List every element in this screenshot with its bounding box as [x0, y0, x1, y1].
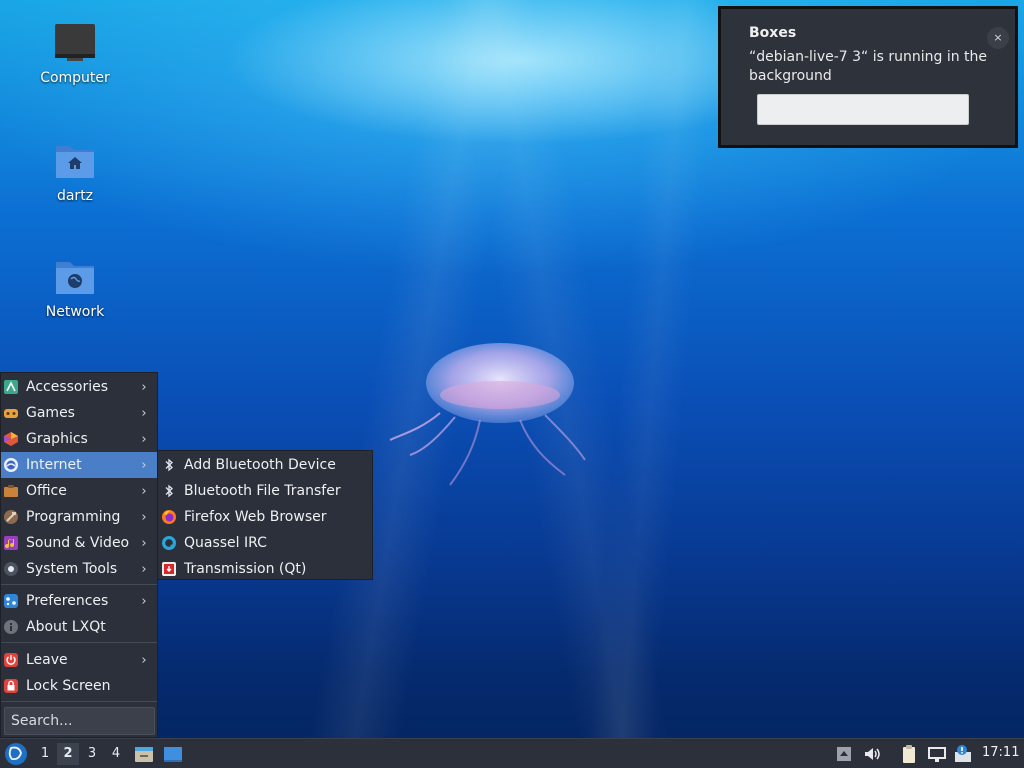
menu-item-sound-video[interactable]: Sound & Video › — [1, 530, 157, 556]
workspace-1-button[interactable]: 1 — [34, 743, 56, 765]
transmission-icon — [162, 562, 176, 576]
volume-icon[interactable] — [862, 744, 882, 764]
clipboard-icon[interactable] — [899, 744, 919, 764]
chevron-right-icon: › — [141, 431, 147, 447]
notification-popup[interactable]: Boxes “debian-live-7 3“ is running in th… — [718, 6, 1018, 148]
internet-icon — [4, 458, 18, 472]
power-icon — [4, 653, 18, 667]
menu-item-label: System Tools — [26, 561, 118, 577]
chevron-right-icon: › — [141, 483, 147, 499]
network-status-icon[interactable] — [927, 744, 947, 764]
submenu-item-add-bluetooth-device[interactable]: Add Bluetooth Device — [158, 452, 372, 478]
menu-item-label: Leave — [26, 652, 68, 668]
quassel-icon — [162, 536, 176, 550]
system-tools-icon — [4, 562, 18, 576]
menu-item-leave[interactable]: Leave › — [1, 647, 157, 673]
notification-message: “debian-live-7 3“ is running in the back… — [749, 49, 988, 84]
chevron-right-icon: › — [141, 593, 147, 609]
menu-item-lock-screen[interactable]: Lock Screen — [1, 673, 157, 699]
submenu-item-firefox[interactable]: Firefox Web Browser — [158, 504, 372, 530]
menu-item-label: Lock Screen — [26, 678, 111, 694]
desktop-icon-label: Network — [45, 304, 105, 320]
chevron-right-icon: › — [141, 652, 147, 668]
submenu-item-label: Firefox Web Browser — [184, 509, 327, 525]
application-menu: Accessories › Games › Graphics › Interne… — [0, 372, 158, 738]
programming-icon — [4, 510, 18, 524]
chevron-right-icon: › — [141, 457, 147, 473]
desktop-icon-label: Computer — [40, 70, 110, 86]
games-icon — [4, 409, 18, 418]
sound-video-icon — [4, 536, 18, 550]
submenu-item-label: Quassel IRC — [184, 535, 267, 551]
menu-item-system-tools[interactable]: System Tools › — [1, 556, 157, 582]
workspace-2-button[interactable]: 2 — [57, 743, 79, 765]
desktop-icon-computer[interactable]: Computer — [20, 22, 130, 86]
menu-item-games[interactable]: Games › — [1, 400, 157, 426]
menu-item-label: Programming — [26, 509, 121, 525]
notification-app-name: Boxes — [749, 25, 797, 41]
workspace-3-button[interactable]: 3 — [81, 743, 103, 765]
internet-submenu: Add Bluetooth Device Bluetooth File Tran… — [157, 450, 373, 580]
menu-item-label: Office — [26, 483, 67, 499]
graphics-icon — [4, 432, 18, 446]
monitor-icon — [55, 24, 95, 61]
menu-item-label: Graphics — [26, 431, 88, 447]
office-icon — [4, 485, 18, 497]
accessories-icon — [4, 380, 18, 394]
bluetooth-icon — [165, 458, 173, 472]
lxqt-start-menu-icon[interactable] — [4, 742, 28, 766]
info-icon — [4, 620, 18, 634]
desktop-icon-home[interactable]: dartz — [20, 140, 130, 204]
menu-separator — [1, 642, 157, 643]
menu-item-label: Preferences — [26, 593, 109, 609]
tray-expand-icon[interactable] — [834, 744, 854, 764]
submenu-item-label: Add Bluetooth Device — [184, 457, 336, 473]
lock-icon — [4, 679, 18, 693]
desktop-icon-network[interactable]: Network — [20, 256, 130, 320]
menu-item-label: About LXQt — [26, 619, 106, 635]
workspace-4-button[interactable]: 4 — [105, 743, 127, 765]
submenu-item-label: Bluetooth File Transfer — [184, 483, 341, 499]
chevron-right-icon: › — [141, 535, 147, 551]
submenu-item-bluetooth-file-transfer[interactable]: Bluetooth File Transfer — [158, 478, 372, 504]
menu-separator — [1, 584, 157, 585]
menu-item-preferences[interactable]: Preferences › — [1, 588, 157, 614]
menu-item-graphics[interactable]: Graphics › — [1, 426, 157, 452]
desktop-icon-label: dartz — [56, 188, 94, 204]
network-folder-icon — [56, 262, 94, 294]
show-desktop-icon[interactable] — [163, 744, 183, 764]
chevron-right-icon: › — [141, 405, 147, 421]
submenu-item-quassel-irc[interactable]: Quassel IRC — [158, 530, 372, 556]
chevron-right-icon: › — [141, 561, 147, 577]
file-manager-launcher-icon[interactable] — [134, 744, 154, 764]
submenu-item-transmission[interactable]: Transmission (Qt) — [158, 556, 372, 582]
taskbar: 1 2 3 4 17:11 — [0, 738, 1024, 768]
update-notifier-icon[interactable] — [953, 744, 973, 764]
notification-close-button[interactable]: × — [987, 27, 1009, 49]
preferences-icon — [4, 594, 18, 608]
menu-item-label: Internet — [26, 457, 82, 473]
menu-item-label: Games — [26, 405, 75, 421]
menu-item-internet[interactable]: Internet › — [1, 452, 157, 478]
chevron-right-icon: › — [141, 379, 147, 395]
menu-item-label: Accessories — [26, 379, 109, 395]
chevron-right-icon: › — [141, 509, 147, 525]
notification-action-button[interactable] — [757, 94, 969, 125]
menu-search-input[interactable]: Search... — [4, 707, 155, 735]
firefox-icon — [162, 510, 176, 524]
home-folder-icon — [56, 146, 94, 178]
submenu-item-label: Transmission (Qt) — [184, 561, 307, 577]
menu-separator — [1, 701, 157, 702]
menu-item-programming[interactable]: Programming › — [1, 504, 157, 530]
wallpaper-jellyfish — [389, 343, 586, 486]
menu-item-accessories[interactable]: Accessories › — [1, 374, 157, 400]
menu-item-office[interactable]: Office › — [1, 478, 157, 504]
clock[interactable]: 17:11 — [982, 745, 1019, 760]
menu-item-about-lxqt[interactable]: About LXQt — [1, 614, 157, 640]
bluetooth-icon — [165, 484, 173, 498]
menu-item-label: Sound & Video — [26, 535, 130, 551]
